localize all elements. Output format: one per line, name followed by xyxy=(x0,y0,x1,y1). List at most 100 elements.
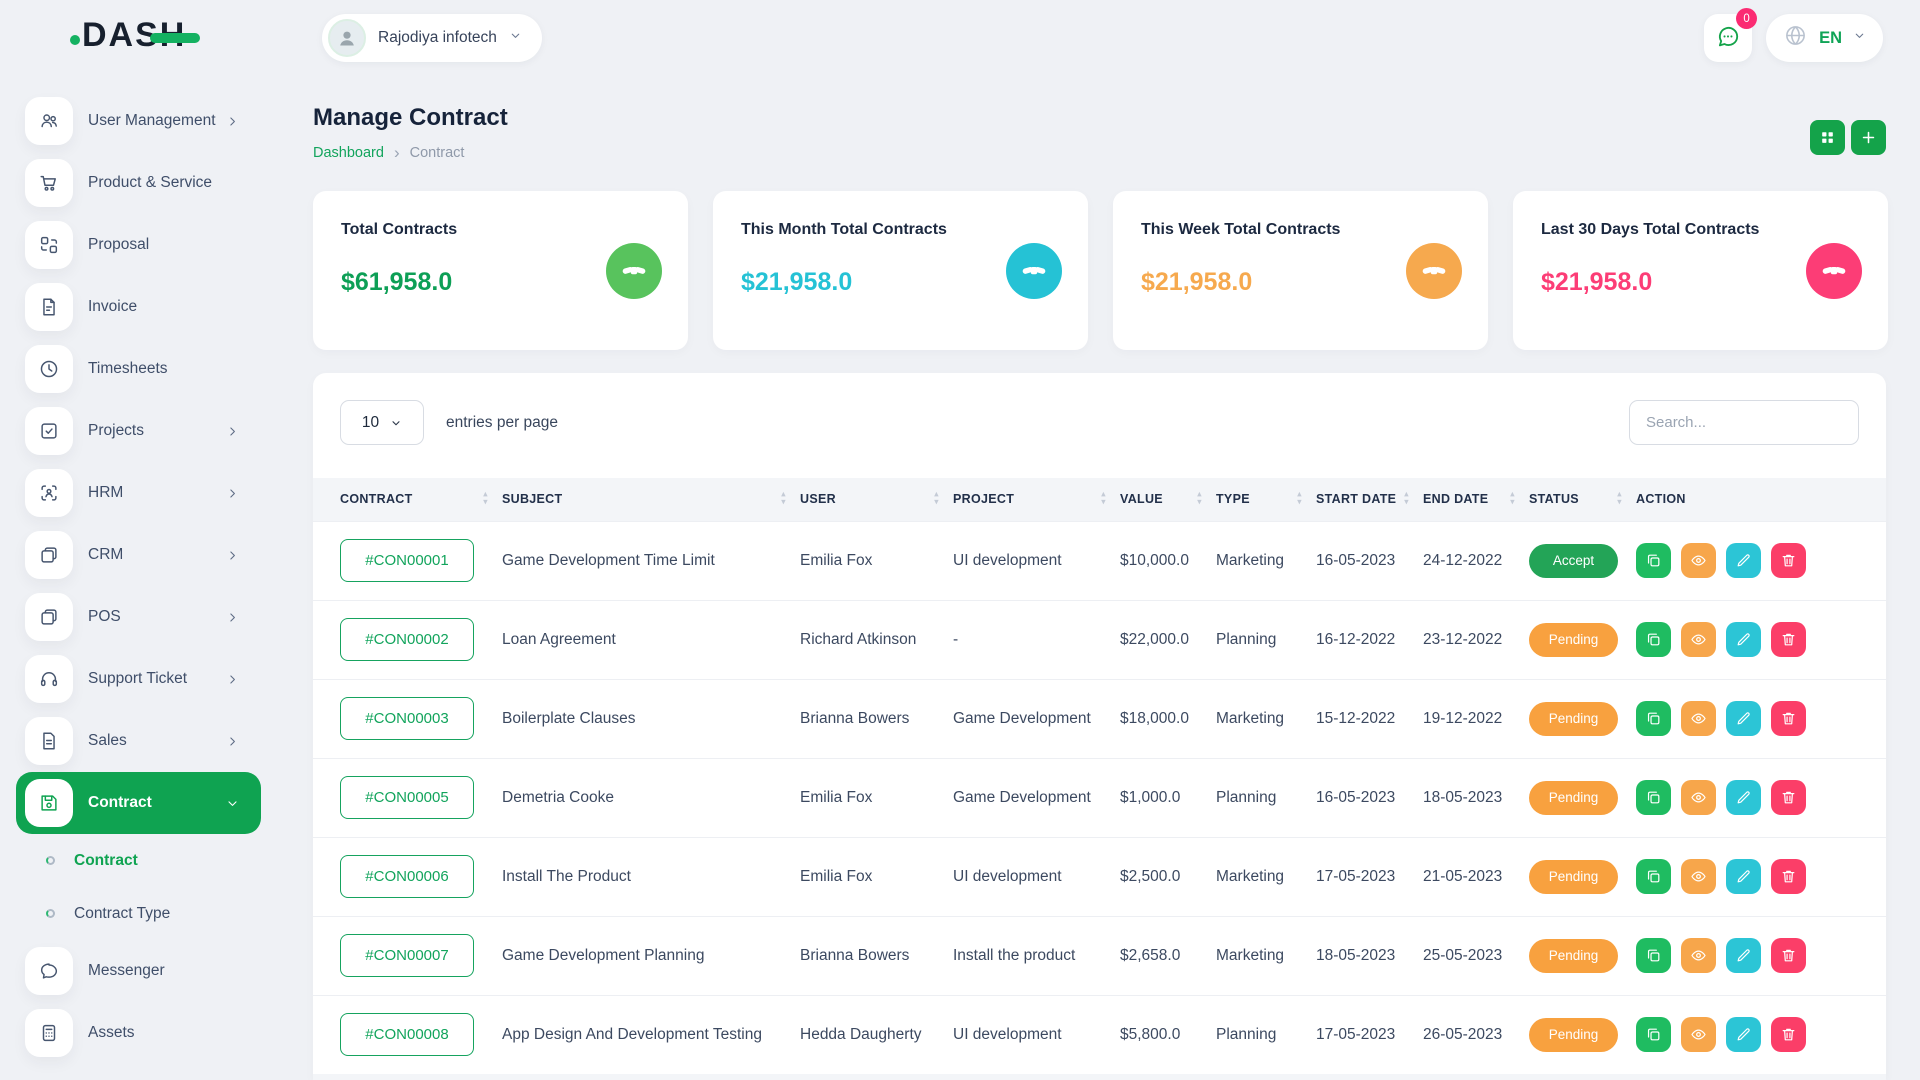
column-header-user[interactable]: USER ▴▾ xyxy=(800,478,953,521)
sidebar-item-projects[interactable]: Projects xyxy=(0,400,263,462)
delete-button[interactable] xyxy=(1771,543,1806,578)
duplicate-button[interactable] xyxy=(1636,622,1671,657)
sidebar-item-invoice[interactable]: Invoice xyxy=(0,276,263,338)
company-selector[interactable]: Rajodiya infotech xyxy=(322,14,542,62)
chevron-right-icon xyxy=(226,425,239,438)
duplicate-button[interactable] xyxy=(1636,938,1671,973)
cell-text: Planning xyxy=(1216,1026,1276,1043)
duplicate-button[interactable] xyxy=(1636,701,1671,736)
view-button[interactable] xyxy=(1681,859,1716,894)
contract-id-badge[interactable]: #CON00001 xyxy=(340,539,474,582)
status-badge: Pending xyxy=(1529,702,1618,736)
sort-arrows-icon[interactable]: ▴▾ xyxy=(1101,492,1106,507)
sidebar-item-proposal[interactable]: Proposal xyxy=(0,214,263,276)
add-contract-button[interactable] xyxy=(1851,120,1886,155)
column-header-status[interactable]: STATUS▴▾ xyxy=(1529,478,1636,521)
duplicate-button[interactable] xyxy=(1636,1017,1671,1052)
cell-contract: #CON00003 xyxy=(313,679,502,758)
delete-button[interactable] xyxy=(1771,701,1806,736)
cell-end-date: 26-05-2023 xyxy=(1423,995,1529,1074)
contract-id-badge[interactable]: #CON00003 xyxy=(340,697,474,740)
sidebar-subitem-contract[interactable]: Contract xyxy=(0,834,263,887)
column-header-project[interactable]: PROJECT▴▾ xyxy=(953,478,1120,521)
cell-user: Emilia Fox xyxy=(800,758,953,837)
breadcrumb-dashboard-link[interactable]: Dashboard xyxy=(313,145,384,161)
contract-id-badge[interactable]: #CON00005 xyxy=(340,776,474,819)
edit-button[interactable] xyxy=(1726,1017,1761,1052)
sidebar-item-timesheets[interactable]: Timesheets xyxy=(0,338,263,400)
duplicate-button[interactable] xyxy=(1636,543,1671,578)
delete-button[interactable] xyxy=(1771,859,1806,894)
sidebar-item-label: Messenger xyxy=(88,962,165,980)
sidebar-item-messenger[interactable]: Messenger xyxy=(0,940,263,1002)
cell-status: Pending xyxy=(1529,679,1636,758)
delete-button[interactable] xyxy=(1771,938,1806,973)
sort-arrows-icon[interactable]: ▴▾ xyxy=(1197,492,1202,507)
entries-per-page-select[interactable]: 10 xyxy=(340,400,424,445)
column-header-start-date[interactable]: START DATE▴▾ xyxy=(1316,478,1423,521)
stat-card-label: This Month Total Contracts xyxy=(741,221,1060,239)
duplicate-button[interactable] xyxy=(1636,780,1671,815)
language-selector[interactable]: EN xyxy=(1766,14,1883,62)
view-button[interactable] xyxy=(1681,780,1716,815)
sort-arrows-icon[interactable]: ▴▾ xyxy=(934,492,939,507)
messages-button[interactable]: 0 xyxy=(1704,14,1752,62)
cell-status: Pending xyxy=(1529,837,1636,916)
contract-id-badge[interactable]: #CON00006 xyxy=(340,855,474,898)
cell-text: Game Development Time Limit xyxy=(502,552,715,569)
view-button[interactable] xyxy=(1681,622,1716,657)
search-input[interactable] xyxy=(1629,400,1859,445)
column-header-value[interactable]: VALUE▴▾ xyxy=(1120,478,1216,521)
view-button[interactable] xyxy=(1681,543,1716,578)
cell-action xyxy=(1636,837,1886,916)
sidebar-item-contract[interactable]: Contract xyxy=(16,772,261,834)
contract-id-badge[interactable]: #CON00008 xyxy=(340,1013,474,1056)
view-button[interactable] xyxy=(1681,701,1716,736)
edit-button[interactable] xyxy=(1726,938,1761,973)
cell-text: $22,000.0 xyxy=(1120,631,1189,648)
cell-type: Planning xyxy=(1216,758,1316,837)
contract-id-badge[interactable]: #CON00002 xyxy=(340,618,474,661)
column-header-contract[interactable]: CONTRACT▴▾ xyxy=(313,478,502,521)
table-row: #CON00003Boilerplate ClausesBrianna Bowe… xyxy=(313,679,1886,758)
brand-logo[interactable]: DASH xyxy=(72,16,186,55)
sort-arrows-icon[interactable]: ▴▾ xyxy=(1617,492,1622,507)
edit-button[interactable] xyxy=(1726,543,1761,578)
sidebar-item-assets[interactable]: Assets xyxy=(0,1002,263,1064)
sidebar-item-support-ticket[interactable]: Support Ticket xyxy=(0,648,263,710)
edit-button[interactable] xyxy=(1726,701,1761,736)
view-button[interactable] xyxy=(1681,938,1716,973)
handshake-icon xyxy=(1006,243,1062,299)
sidebar-item-label: Sales xyxy=(88,732,127,750)
sidebar-item-user-management[interactable]: User Management xyxy=(0,90,263,152)
column-header-subject[interactable]: SUBJECT▴▾ xyxy=(502,478,800,521)
delete-button[interactable] xyxy=(1771,622,1806,657)
grid-view-button[interactable] xyxy=(1810,120,1845,155)
edit-button[interactable] xyxy=(1726,780,1761,815)
column-header-label: USER xyxy=(800,492,836,506)
cell-project: Game Development xyxy=(953,679,1120,758)
sort-arrows-icon[interactable]: ▴▾ xyxy=(781,492,786,507)
edit-button[interactable] xyxy=(1726,859,1761,894)
view-button[interactable] xyxy=(1681,1017,1716,1052)
delete-button[interactable] xyxy=(1771,780,1806,815)
sidebar-item-product-service[interactable]: Product & Service xyxy=(0,152,263,214)
column-header-end-date[interactable]: END DATE▴▾ xyxy=(1423,478,1529,521)
sort-arrows-icon[interactable]: ▴▾ xyxy=(1404,492,1409,507)
cell-text: 23-12-2022 xyxy=(1423,631,1502,648)
sidebar-item-pos[interactable]: POS xyxy=(0,586,263,648)
contract-id-badge[interactable]: #CON00007 xyxy=(340,934,474,977)
sort-arrows-icon[interactable]: ▴▾ xyxy=(1297,492,1302,507)
sidebar-item-sales[interactable]: Sales xyxy=(0,710,263,772)
edit-button[interactable] xyxy=(1726,622,1761,657)
sidebar-item-hrm[interactable]: HRM xyxy=(0,462,263,524)
cell-text: Demetria Cooke xyxy=(502,789,614,806)
sort-arrows-icon[interactable]: ▴▾ xyxy=(483,492,488,507)
duplicate-button[interactable] xyxy=(1636,859,1671,894)
sidebar-item-crm[interactable]: CRM xyxy=(0,524,263,586)
sidebar-subitem-contract-type[interactable]: Contract Type xyxy=(0,887,263,940)
handshake-icon xyxy=(606,243,662,299)
column-header-type[interactable]: TYPE▴▾ xyxy=(1216,478,1316,521)
delete-button[interactable] xyxy=(1771,1017,1806,1052)
sort-arrows-icon[interactable]: ▴▾ xyxy=(1510,492,1515,507)
